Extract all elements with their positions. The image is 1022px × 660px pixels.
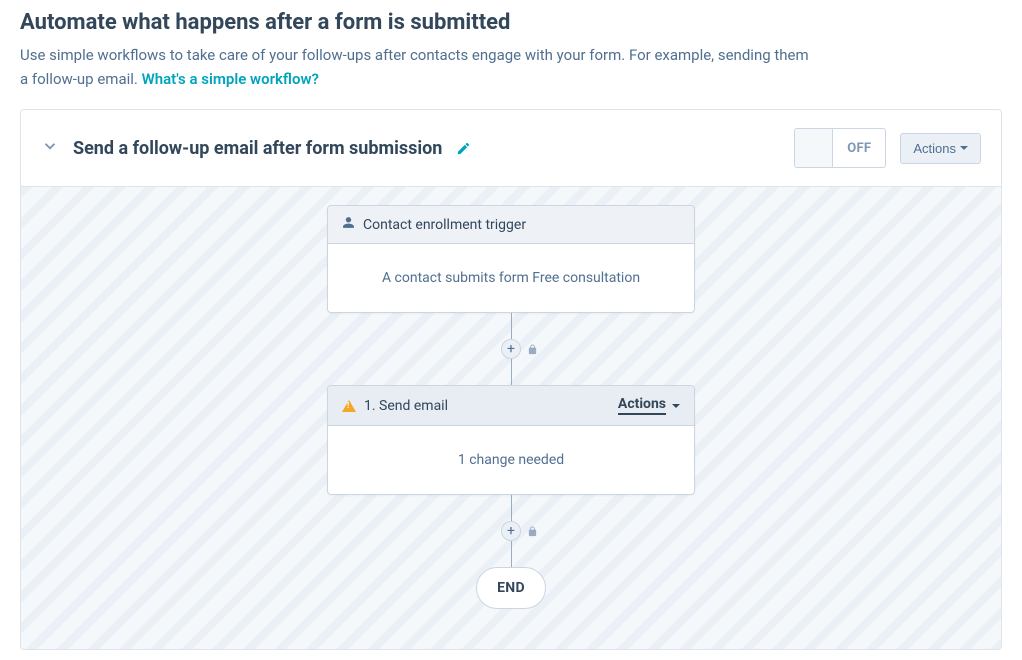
page-description: Use simple workflows to take care of you… (20, 43, 820, 91)
add-step-button[interactable]: + (501, 521, 521, 541)
description-text: Use simple workflows to take care of you… (20, 46, 809, 88)
step-actions-label: Actions (618, 396, 666, 415)
step-actions-dropdown[interactable]: Actions (618, 396, 680, 415)
trigger-node[interactable]: Contact enrollment trigger A contact sub… (327, 205, 695, 313)
end-node: END (476, 567, 546, 609)
pencil-icon[interactable] (456, 141, 471, 156)
add-step-row: + (501, 339, 521, 359)
actions-button-label: Actions (913, 141, 956, 156)
workflow-header-left: Send a follow-up email after form submis… (41, 137, 471, 159)
lock-icon (527, 344, 538, 355)
workflow-card: Send a follow-up email after form submis… (20, 109, 1002, 650)
step-node-title: 1. Send email (364, 398, 448, 414)
step-node[interactable]: 1. Send email Actions 1 change needed (327, 385, 695, 495)
connector-line (511, 541, 512, 567)
caret-down-icon (960, 146, 968, 150)
workflow-header-right: OFF Actions (794, 128, 981, 168)
contact-icon (342, 216, 355, 233)
connector-line (511, 359, 512, 385)
add-step-row: + (501, 521, 521, 541)
page-title: Automate what happens after a form is su… (20, 10, 1002, 35)
connector-line (511, 313, 512, 339)
toggle-thumb (795, 129, 833, 167)
trigger-node-title: Contact enrollment trigger (363, 217, 526, 233)
add-step-button[interactable]: + (501, 339, 521, 359)
step-node-body: 1 change needed (328, 426, 694, 494)
warning-icon (342, 400, 356, 412)
trigger-node-header: Contact enrollment trigger (328, 206, 694, 244)
simple-workflow-link[interactable]: What's a simple workflow? (142, 70, 319, 88)
step-node-header: 1. Send email Actions (328, 386, 694, 426)
trigger-node-body: A contact submits form Free consultation (328, 244, 694, 312)
workflow-toggle[interactable]: OFF (794, 128, 886, 168)
workflow-header: Send a follow-up email after form submis… (21, 110, 1001, 187)
toggle-state-label: OFF (833, 141, 885, 156)
caret-down-icon (672, 404, 680, 408)
lock-icon (527, 526, 538, 537)
chevron-down-icon[interactable] (41, 137, 59, 159)
connector-line (511, 495, 512, 521)
workflow-canvas: Contact enrollment trigger A contact sub… (21, 187, 1001, 649)
workflow-actions-button[interactable]: Actions (900, 133, 981, 164)
workflow-title: Send a follow-up email after form submis… (73, 138, 442, 159)
